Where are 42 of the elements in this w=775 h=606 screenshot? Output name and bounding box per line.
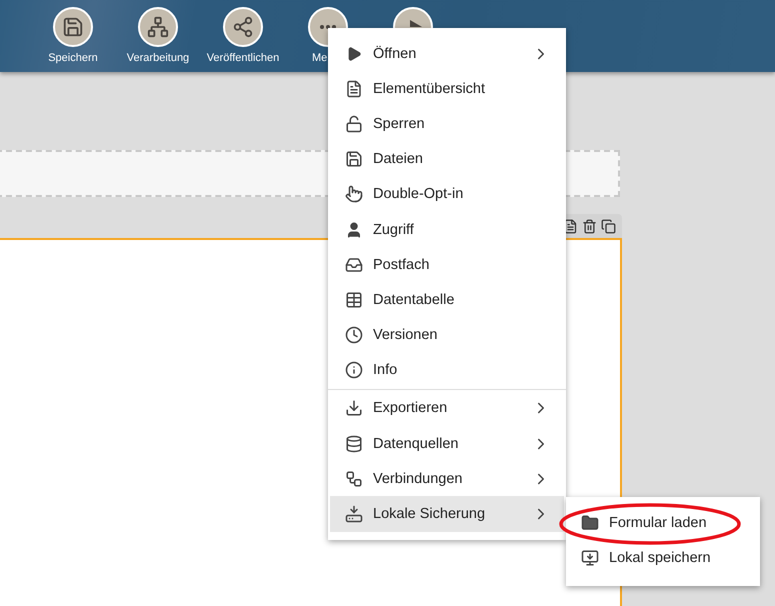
folder-icon <box>580 514 600 532</box>
sitemap-button[interactable] <box>138 7 178 47</box>
drive-download-icon <box>344 505 364 524</box>
toolbar-label: Verarbeitung <box>126 52 190 64</box>
share-icon <box>232 16 254 38</box>
menu-item[interactable]: Verbindungen <box>330 461 564 496</box>
menu-item[interactable]: Zugriff <box>330 212 564 248</box>
copy-icon[interactable] <box>601 218 616 234</box>
clock-icon <box>344 326 364 344</box>
toolbar-label: Veröffentlichen <box>206 52 280 64</box>
save-icon <box>62 16 84 38</box>
menu-item[interactable]: Lokal speichern <box>566 540 760 575</box>
inbox-icon <box>344 256 364 274</box>
menu-item[interactable]: Info <box>330 352 564 388</box>
menu-item[interactable]: Datenquellen <box>330 426 564 462</box>
more-icon <box>320 25 336 29</box>
download-icon <box>344 399 364 418</box>
menu-item[interactable]: Sperren <box>330 106 564 142</box>
menu-item[interactable]: Öffnen <box>330 36 564 72</box>
menu-item[interactable]: Versionen <box>330 318 564 353</box>
unlock-icon <box>344 114 364 133</box>
menu-item[interactable]: Datentabelle <box>330 282 564 318</box>
share-button[interactable] <box>223 7 263 47</box>
delete-icon[interactable] <box>582 218 597 234</box>
menu-item[interactable]: Dateien <box>330 142 564 177</box>
toolbar-label: Me <box>312 52 328 64</box>
list-icon[interactable] <box>563 218 578 234</box>
toolbar-label: Speichern <box>48 52 98 64</box>
menu-item[interactable]: Lokale Sicherung <box>330 496 564 532</box>
info-icon <box>344 361 364 380</box>
sitemap-icon <box>147 16 169 38</box>
monitor-download-icon <box>580 548 600 566</box>
database-icon <box>344 434 364 453</box>
menu-item[interactable]: Exportieren <box>330 390 564 426</box>
save-button[interactable] <box>53 7 93 47</box>
pointer-hand-icon <box>344 185 364 204</box>
menu-item[interactable]: Double-Opt-in <box>330 176 564 212</box>
table-icon <box>344 290 364 309</box>
menu-item[interactable]: Formular laden <box>566 505 760 540</box>
menu-item[interactable]: Postfach <box>330 247 564 282</box>
menu-item[interactable]: Elementübersicht <box>330 71 564 106</box>
network-icon <box>344 470 364 488</box>
